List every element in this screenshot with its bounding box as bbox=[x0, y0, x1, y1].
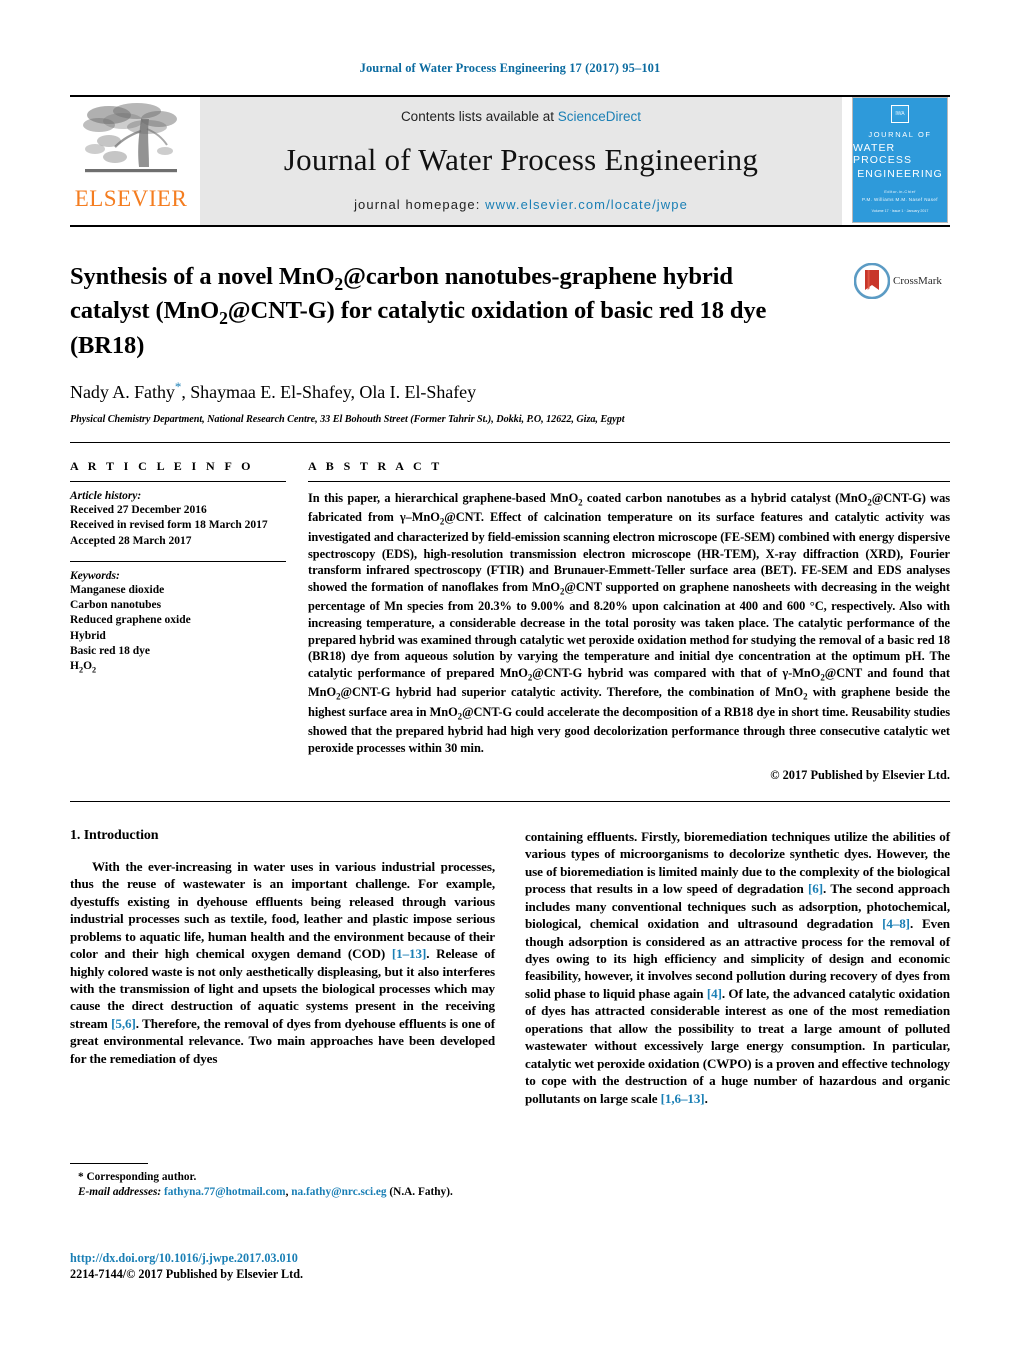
article-history-label: Article history: bbox=[70, 489, 142, 502]
footer-block: http://dx.doi.org/10.1016/j.jwpe.2017.03… bbox=[70, 1251, 530, 1283]
article-info-kicker: A R T I C L E I N F O bbox=[70, 458, 254, 473]
author-names-rest: , Shaymaa E. El-Shafey, Ola I. El-Shafey bbox=[181, 381, 477, 402]
affiliation: Physical Chemistry Department, National … bbox=[70, 413, 625, 425]
journal-masthead: ELSEVIER Contents lists available at Sci… bbox=[70, 94, 950, 225]
masthead-bottom-rule bbox=[70, 224, 950, 227]
body-columns: 1. Introduction With the ever-increasing… bbox=[70, 828, 950, 1108]
running-head: Journal of Water Process Engineering 17 … bbox=[359, 61, 661, 75]
journal-cover-block: IWA JOURNAL OF WATER PROCESS ENGINEERING… bbox=[852, 96, 950, 225]
cover-editors: P.M. Williams M.M. Nasef Nasef bbox=[862, 196, 938, 202]
footnote-block: * Corresponding author. E-mail addresses… bbox=[70, 1163, 520, 1201]
footnote-rule bbox=[70, 1163, 148, 1164]
crossmark-icon bbox=[854, 262, 890, 299]
abstract-bottom-rule bbox=[70, 800, 950, 802]
keyword-item: Carbon nanotubes bbox=[70, 599, 162, 612]
abstract-text: In this paper, a hierarchical graphene-b… bbox=[308, 490, 950, 756]
homepage-prefix: journal homepage: bbox=[354, 196, 486, 212]
paper-page: Journal of Water Process Engineering 17 … bbox=[0, 0, 1020, 1351]
body-right-column: containing effluents. Firstly, bioremedi… bbox=[525, 828, 950, 1108]
article-info-divider bbox=[70, 560, 286, 562]
cover-line-3: ENGINEERING bbox=[857, 167, 943, 180]
author-names: Nady A. Fathy bbox=[70, 381, 175, 402]
keyword-item-h2o2: H2O2 bbox=[70, 660, 97, 675]
article-history-item: Accepted 28 March 2017 bbox=[70, 534, 192, 547]
journal-homepage-line: journal homepage: www.elsevier.com/locat… bbox=[354, 197, 688, 212]
issn-copyright-line: 2214-7144/© 2017 Published by Elsevier L… bbox=[70, 1266, 304, 1281]
crossmark-label: CrossMark bbox=[893, 274, 942, 287]
email-addresses-note: E-mail addresses: fathyna.77@hotmail.com… bbox=[70, 1185, 520, 1200]
email-label: E-mail addresses: bbox=[78, 1186, 162, 1199]
elsevier-logo-block: ELSEVIER bbox=[70, 97, 192, 225]
cover-line-1: JOURNAL OF bbox=[868, 129, 932, 139]
cover-line-2: WATER PROCESS bbox=[853, 141, 913, 166]
email-suffix: (N.A. Fathy). bbox=[386, 1186, 453, 1199]
article-history-item: Received in revised form 18 March 2017 bbox=[70, 519, 268, 532]
title-block: Synthesis of a novel MnO2@carbon nanotub… bbox=[70, 261, 950, 425]
homepage-link[interactable]: www.elsevier.com/locate/jwpe bbox=[485, 197, 688, 212]
title-line-1: Synthesis of a novel MnO2@carbon nanotub… bbox=[70, 262, 733, 294]
keyword-item: Basic red 18 dye bbox=[70, 644, 150, 657]
keyword-item: Reduced graphene oxide bbox=[70, 614, 191, 627]
email-link-1[interactable]: fathyna.77@hotmail.com bbox=[164, 1186, 286, 1198]
title-bottom-rule bbox=[70, 441, 950, 443]
corresponding-author-note: * Corresponding author. bbox=[78, 1171, 197, 1183]
elsevier-tree-icon bbox=[83, 102, 177, 172]
sciencedirect-link[interactable]: ScienceDirect bbox=[558, 109, 641, 124]
elsevier-wordmark: ELSEVIER bbox=[74, 185, 188, 211]
body-left-column: 1. Introduction With the ever-increasing… bbox=[70, 828, 495, 1108]
doi-link[interactable]: http://dx.doi.org/10.1016/j.jwpe.2017.03… bbox=[70, 1251, 530, 1267]
contents-prefix: Contents lists available at bbox=[400, 108, 558, 124]
keywords-label: Keywords: bbox=[70, 569, 120, 582]
cover-editors-label: Editor-in-Chief bbox=[884, 188, 916, 194]
page-title: Synthesis of a novel MnO2@carbon nanotub… bbox=[70, 261, 840, 362]
keyword-item: Manganese dioxide bbox=[70, 583, 165, 596]
cover-footer: Volume 17 · Issue 1 · January 2017 bbox=[871, 208, 929, 213]
crossmark-badge[interactable]: CrossMark bbox=[854, 261, 950, 299]
abstract-rule bbox=[308, 480, 950, 482]
journal-banner: Contents lists available at ScienceDirec… bbox=[200, 96, 842, 225]
email-link-2[interactable]: na.fathy@nrc.sci.eg bbox=[291, 1186, 386, 1198]
intro-paragraph-left: With the ever-increasing in water uses i… bbox=[70, 858, 495, 1066]
info-abstract-section: A R T I C L E I N F O Article history: R… bbox=[70, 459, 950, 783]
intro-paragraph-right: containing effluents. Firstly, bioremedi… bbox=[525, 828, 950, 1106]
abstract-kicker: A B S T R A C T bbox=[308, 458, 443, 473]
contents-available-line: Contents lists available at ScienceDirec… bbox=[401, 109, 641, 124]
journal-title: Journal of Water Process Engineering bbox=[283, 142, 759, 177]
article-info-column: A R T I C L E I N F O Article history: R… bbox=[70, 459, 308, 783]
keyword-item: Hybrid bbox=[70, 629, 106, 642]
section-heading-introduction: 1. Introduction bbox=[70, 827, 159, 843]
article-history-item: Received 27 December 2016 bbox=[70, 503, 207, 516]
article-info-rule bbox=[70, 480, 286, 482]
abstract-copyright: © 2017 Published by Elsevier Ltd. bbox=[770, 767, 950, 782]
abstract-column: A B S T R A C T In this paper, a hierarc… bbox=[308, 459, 950, 783]
journal-cover-thumbnail: IWA JOURNAL OF WATER PROCESS ENGINEERING… bbox=[852, 96, 948, 223]
title-line-2: catalyst (MnO2@CNT-G) for catalytic oxid… bbox=[70, 297, 767, 329]
title-line-3: (BR18) bbox=[70, 332, 145, 360]
author-list: Nady A. Fathy*, Shaymaa E. El-Shafey, Ol… bbox=[70, 379, 840, 403]
cover-publisher-mark-icon: IWA bbox=[891, 104, 909, 123]
